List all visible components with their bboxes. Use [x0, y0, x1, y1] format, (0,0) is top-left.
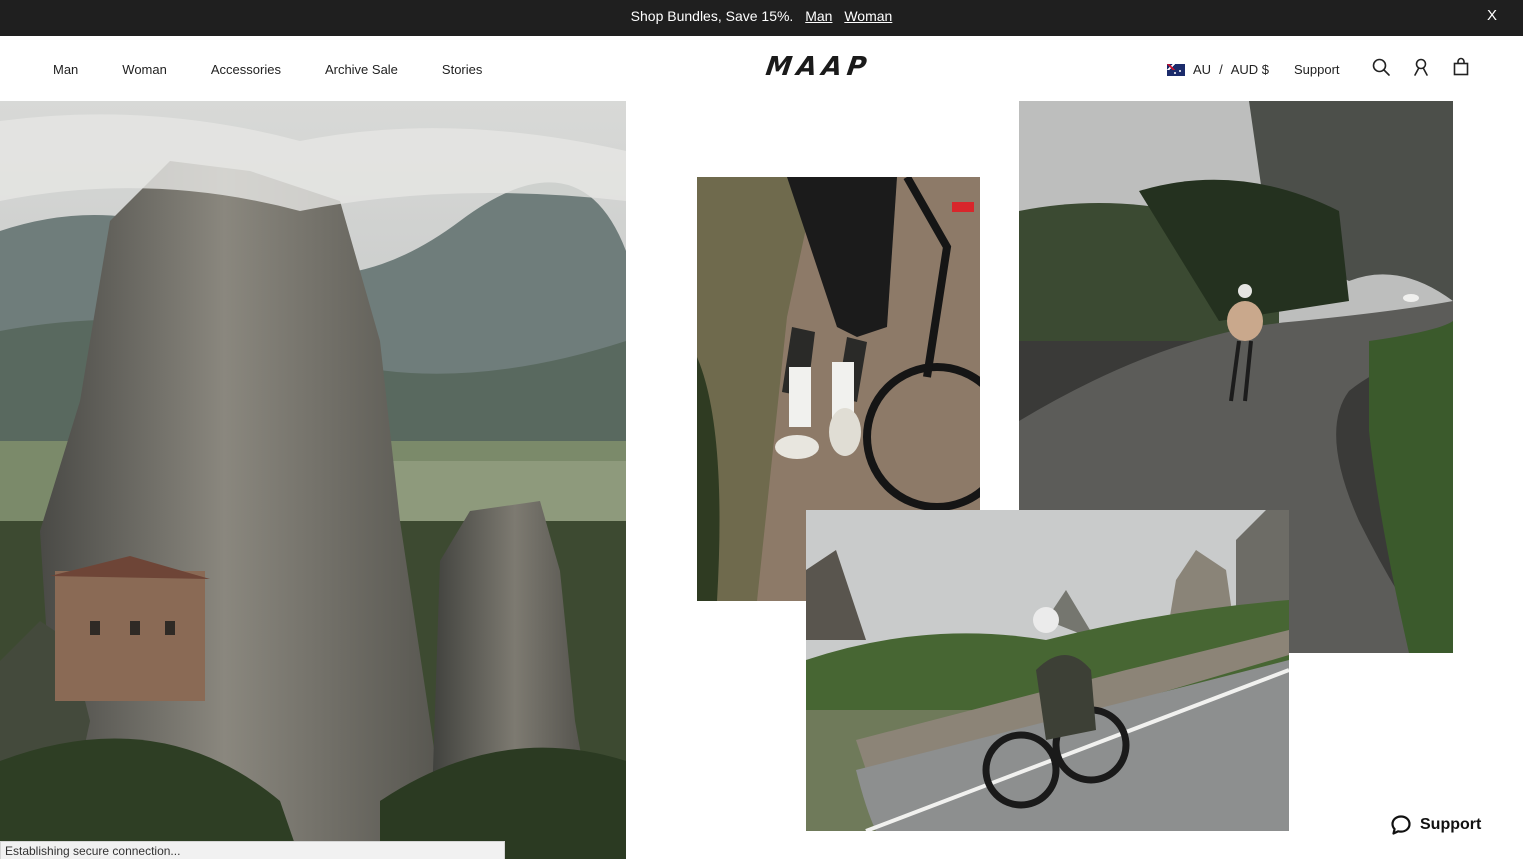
cart-icon[interactable]	[1451, 57, 1471, 77]
nav-item-accessories[interactable]: Accessories	[211, 62, 281, 77]
support-chat-button[interactable]: Support	[1390, 814, 1481, 836]
status-text: Establishing secure connection...	[5, 844, 181, 858]
brand-logo[interactable]: MAAP	[764, 52, 873, 82]
hero-meteora-image	[0, 101, 626, 859]
announcement-text: Shop Bundles, Save 15%.	[630, 8, 794, 24]
chat-bubble-icon	[1391, 815, 1411, 835]
nav-item-archive-sale[interactable]: Archive Sale	[325, 62, 398, 77]
announcement-close-button[interactable]: X	[1487, 7, 1497, 24]
site-header: Man Woman Accessories Archive Sale Stori…	[0, 36, 1523, 101]
browser-status-bar: Establishing secure connection...	[0, 841, 505, 859]
announcement-bar: Shop Bundles, Save 15%. Man Woman X	[0, 0, 1523, 36]
support-link[interactable]: Support	[1294, 62, 1340, 77]
locale-separator: /	[1219, 62, 1223, 77]
support-chat-label: Support	[1420, 816, 1482, 833]
locale-selector[interactable]: AU / AUD $	[1167, 62, 1269, 77]
nav-item-woman[interactable]: Woman	[122, 62, 167, 77]
account-icon[interactable]	[1411, 57, 1431, 77]
stone-wall-road-rider-image	[806, 510, 1289, 831]
main-nav: Man Woman Accessories Archive Sale Stori…	[53, 62, 526, 77]
australia-flag-icon	[1167, 63, 1185, 76]
nav-item-stories[interactable]: Stories	[442, 62, 482, 77]
nav-item-man[interactable]: Man	[53, 62, 78, 77]
locale-country: AU	[1193, 62, 1212, 77]
search-icon[interactable]	[1371, 57, 1391, 77]
announcement-link-man[interactable]: Man	[805, 8, 832, 24]
announcement-message: Shop Bundles, Save 15%. Man Woman	[0, 8, 1523, 24]
locale-currency: AUD $	[1230, 62, 1269, 77]
announcement-link-woman[interactable]: Woman	[844, 8, 892, 24]
